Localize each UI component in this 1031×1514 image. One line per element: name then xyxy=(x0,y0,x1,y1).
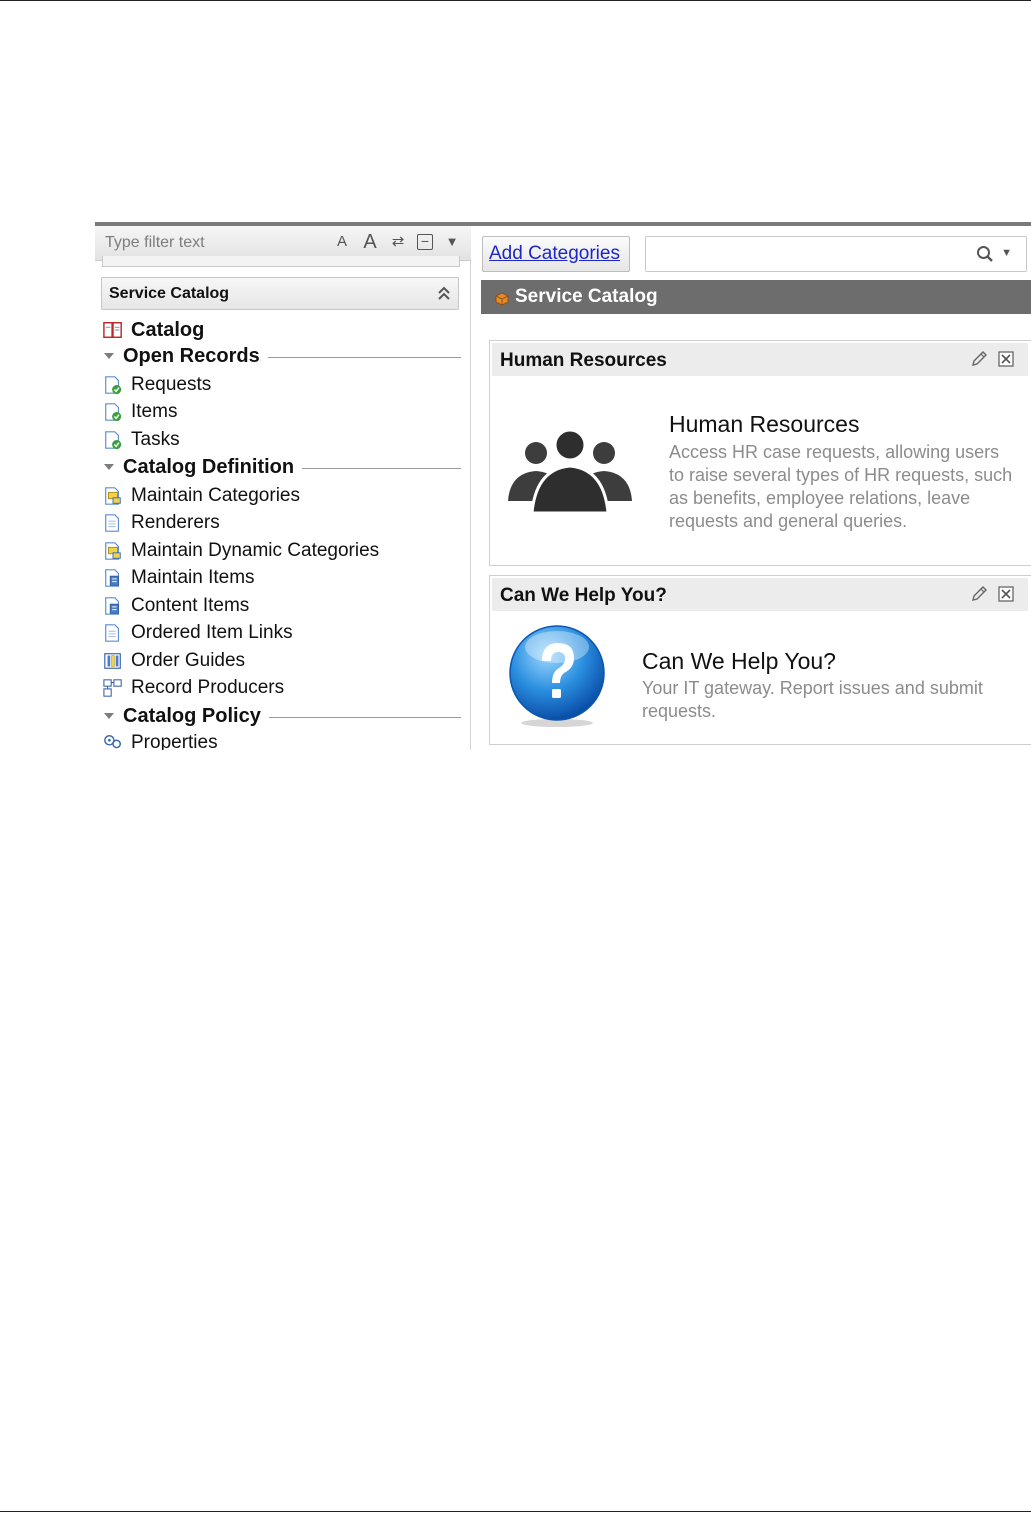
catalog-icon xyxy=(103,322,122,338)
panel-item-description: Your IT gateway. Report issues and submi… xyxy=(642,678,983,721)
panel-can-we-help-you: Can We Help You? Can We Help You? Your I… xyxy=(489,575,1031,745)
module-label: Requests xyxy=(131,374,212,395)
module-requests[interactable]: Requests xyxy=(103,372,211,398)
help-icon xyxy=(509,625,605,727)
module-label: Maintain Items xyxy=(131,567,255,588)
pencil-icon[interactable] xyxy=(970,350,988,368)
expand-triangle-icon[interactable] xyxy=(103,711,115,721)
order-guide-icon xyxy=(104,653,121,669)
section-label: Catalog Policy xyxy=(123,704,261,727)
panel-header[interactable]: Human Resources xyxy=(492,343,1028,376)
page-header: Service Catalog xyxy=(481,280,1031,314)
module-renderers[interactable]: Renderers xyxy=(103,510,220,536)
module-content-items[interactable]: Content Items xyxy=(103,593,249,619)
section-open-records[interactable]: Open Records xyxy=(103,344,461,368)
collapsed-application-edge xyxy=(102,256,460,267)
module-label: Ordered Item Links xyxy=(131,622,293,643)
record-producer-icon xyxy=(103,679,122,697)
close-icon[interactable] xyxy=(998,586,1014,602)
module-properties[interactable]: Properties xyxy=(103,730,218,750)
items-icon xyxy=(105,597,120,615)
panel-item-description: Access HR case requests, allowing users … xyxy=(669,442,1013,531)
catalog-box-icon xyxy=(495,292,509,306)
module-ordered-item-links[interactable]: Ordered Item Links xyxy=(103,620,293,646)
module-label: Content Items xyxy=(131,595,250,616)
navigator-tools: A A ⇄ − ▼ xyxy=(333,232,461,252)
screenshot-frame: Type filter text A A ⇄ − ▼ Service Catal… xyxy=(95,222,1031,750)
section-divider xyxy=(268,716,461,718)
panel-item-title[interactable]: Can We Help You? xyxy=(642,648,836,675)
record-check-icon xyxy=(105,403,122,422)
module-label: Order Guides xyxy=(131,650,246,671)
properties-icon xyxy=(104,735,121,749)
expand-triangle-icon[interactable] xyxy=(103,462,115,472)
panel-item-title[interactable]: Human Resources xyxy=(669,411,859,438)
module-label: Items xyxy=(131,401,178,422)
module-label: Maintain Categories xyxy=(131,485,300,506)
section-catalog-definition[interactable]: Catalog Definition xyxy=(103,455,461,479)
pencil-icon[interactable] xyxy=(970,585,988,603)
module-maintain-items[interactable]: Maintain Items xyxy=(103,565,255,591)
document-icon xyxy=(105,624,120,642)
section-catalog-policy[interactable]: Catalog Policy xyxy=(103,704,461,728)
top-rule xyxy=(0,0,1031,1)
module-label: Properties xyxy=(131,732,218,750)
section-divider xyxy=(267,356,461,358)
panel-human-resources: Human Resources Human Resources Access H… xyxy=(489,340,1031,566)
content-frame: Add Categories ▼ Service Catalog Human R… xyxy=(471,226,1031,750)
module-maintain-dynamic-categories[interactable]: Maintain Dynamic Categories xyxy=(103,538,379,564)
search-icon[interactable] xyxy=(976,245,994,263)
module-record-producers[interactable]: Record Producers xyxy=(103,675,284,701)
font-decrease-icon[interactable]: A xyxy=(333,232,351,252)
category-icon xyxy=(105,542,121,560)
navigator-menu-icon[interactable]: ▼ xyxy=(443,232,461,252)
panel-header[interactable]: Can We Help You? xyxy=(492,578,1028,611)
section-label: Catalog Definition xyxy=(123,455,295,478)
items-icon xyxy=(105,569,120,587)
module-label: Tasks xyxy=(131,429,180,450)
record-check-icon xyxy=(105,431,122,450)
bottom-rule xyxy=(0,1511,1031,1512)
record-check-icon xyxy=(105,376,122,395)
module-label: Catalog xyxy=(131,318,205,341)
module-maintain-categories[interactable]: Maintain Categories xyxy=(103,483,300,509)
section-label: Open Records xyxy=(123,344,260,367)
font-increase-icon[interactable]: A xyxy=(361,232,379,252)
page-title: Service Catalog xyxy=(515,286,658,307)
collapse-up-icon[interactable] xyxy=(436,283,452,303)
refresh-icon[interactable]: ⇄ xyxy=(389,232,407,252)
close-icon[interactable] xyxy=(998,351,1014,367)
expand-triangle-icon[interactable] xyxy=(103,351,115,361)
add-categories-link[interactable]: Add Categories xyxy=(489,243,620,265)
application-header[interactable]: Service Catalog xyxy=(101,277,459,310)
section-divider xyxy=(302,467,461,469)
filter-input[interactable]: Type filter text xyxy=(105,234,205,252)
panel-title: Human Resources xyxy=(500,350,667,371)
people-icon xyxy=(508,429,632,515)
collapse-all-icon[interactable]: − xyxy=(417,234,433,250)
module-label: Renderers xyxy=(131,512,220,533)
document-icon xyxy=(105,514,120,532)
module-label: Record Producers xyxy=(131,677,285,698)
search-input[interactable]: ▼ xyxy=(645,236,1027,272)
module-order-guides[interactable]: Order Guides xyxy=(103,648,245,674)
module-items[interactable]: Items xyxy=(103,399,177,425)
add-categories-button[interactable]: Add Categories xyxy=(482,236,630,272)
module-label: Maintain Dynamic Categories xyxy=(131,540,380,561)
chevron-down-icon[interactable]: ▼ xyxy=(1001,247,1012,259)
module-catalog[interactable]: Catalog xyxy=(103,317,204,343)
category-icon xyxy=(105,487,121,505)
panel-title: Can We Help You? xyxy=(500,585,667,606)
application-title: Service Catalog xyxy=(109,285,230,302)
module-tasks[interactable]: Tasks xyxy=(103,427,180,453)
